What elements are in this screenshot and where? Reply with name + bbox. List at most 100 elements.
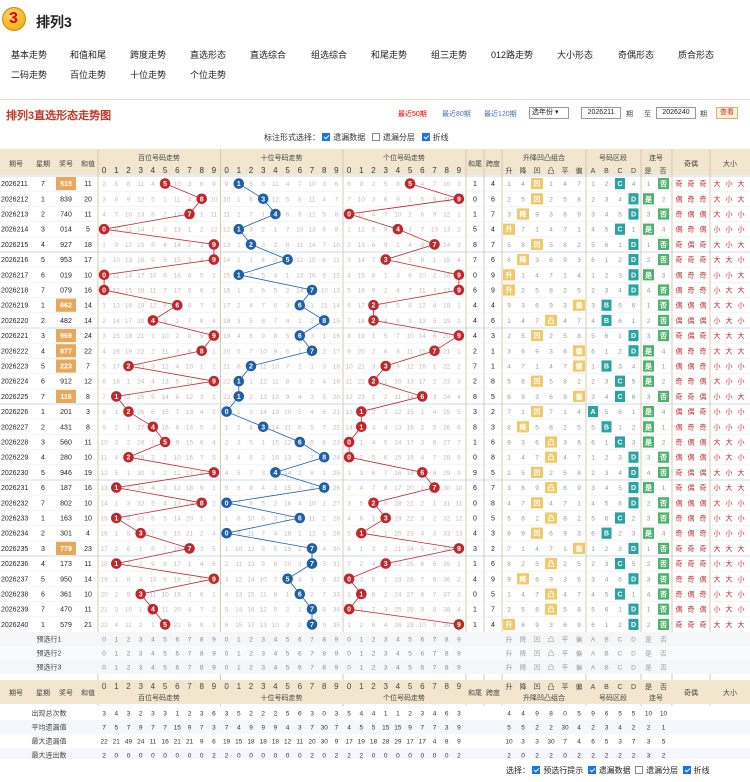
trend-missing: 7 [563,364,567,371]
trend-missing: 7 [535,318,539,325]
sum-tail-cell: 7 [473,257,477,264]
nav-link[interactable]: 二码走势 [11,68,47,81]
year-select[interactable]: 选年份 ▾ [529,107,569,119]
consec-marker-text: 是 [644,225,653,234]
stats-value: 2 [225,753,229,760]
missing-value: 1 [225,424,229,431]
nav-link[interactable]: 基本走势 [11,48,47,61]
nav-link[interactable]: 组选综合 [311,48,347,61]
nav-link[interactable]: 和尾走势 [371,48,407,61]
draw-ball-digit: 9 [457,288,461,295]
missing-value: 17 [174,561,182,568]
opt-missing-layer[interactable]: 遗漏分层 [371,133,415,142]
trend-missing: 6 [549,531,553,538]
opt-missing-data[interactable]: 遗漏数据 [322,133,365,142]
period-80-link[interactable]: 最近80期 [442,109,471,119]
zone-missing: 1 [591,272,595,279]
nav-link[interactable]: 直选综合 [250,48,286,61]
big-small-cell: 大 [738,544,745,553]
forecast-digit: 5 [163,665,167,672]
zone-missing: 3 [591,394,595,401]
missing-value: 19 [223,333,231,340]
missing-value: 10 [174,455,182,462]
trend-missing: 8 [507,424,511,431]
footer-missing-data-checkbox[interactable] [587,766,596,774]
nav-link[interactable]: 质合形态 [678,48,714,61]
stats-value: 28 [382,739,390,746]
missing-value: 16 [113,348,121,355]
stats-header-digit: 5 [408,682,413,691]
nav-link[interactable]: 个位走势 [190,68,226,81]
trend-missing: 4 [507,500,511,507]
draw-ball-digit: 6 [298,516,302,523]
stats-value: 4 [577,739,581,746]
odd-even-cell: 奇 [700,286,707,295]
missing-value: 11 [223,212,230,219]
trend-missing: 1 [563,409,567,416]
missing-value: 2 [286,607,290,614]
missing-value: 7 [420,227,424,234]
nav-link[interactable]: 组三走势 [431,48,467,61]
nav-link[interactable]: 大小形态 [557,48,593,61]
footer-forecast-hint[interactable]: 预选行提示 [532,766,583,775]
period-50-link[interactable]: 最近50期 [398,109,427,119]
zone-missing: 6 [591,348,595,355]
query-button[interactable]: 查看 [716,107,738,119]
draw-ball-digit: 2 [249,242,253,249]
missing-value: 3 [372,364,376,371]
trend-missing: 4 [521,455,525,462]
missing-value: 11 [235,561,242,568]
odd-even-cell: 偶 [676,498,683,507]
span-cell: 1 [491,364,495,371]
period-120-link[interactable]: 最近120期 [484,109,517,119]
opt-missing-layer-checkbox[interactable] [371,133,380,141]
missing-value: 5 [347,531,351,538]
stats-header-trend-col: 偏 [576,682,583,691]
header-zone-col: B [604,168,609,175]
missing-value: 2 [237,303,241,310]
stats-value: 0 [384,753,388,760]
missing-value: 5 [286,196,290,203]
trend-marker-text: 升 [506,286,513,295]
header-digit: 2 [126,166,131,175]
stats-header-digit: 0 [347,682,352,691]
draw-ball-digit: 7 [433,348,437,355]
stats-value: 7 [433,725,437,732]
missing-value: 9 [127,592,131,599]
trend-missing: 4 [507,364,511,371]
nav-link[interactable]: 直选形态 [190,48,226,61]
big-small-cell: 小 [738,498,745,507]
nav-link[interactable]: 012路走势 [491,48,533,61]
footer-missing-layer[interactable]: 遗漏分层 [635,766,678,775]
draw-ball-digit: 3 [384,516,388,523]
footer-forecast-hint-checkbox[interactable] [532,766,541,774]
from-period-input[interactable]: 2026211 [581,107,621,119]
missing-value: 2 [286,288,290,295]
missing-value: 17 [137,272,145,279]
missing-value: 16 [100,531,108,538]
forecast-digit: 4 [274,651,278,658]
span-cell: 9 [491,288,495,295]
footer-missing-layer-checkbox[interactable] [635,766,644,774]
nav-link[interactable]: 百位走势 [70,68,106,81]
nav-link[interactable]: 十位走势 [130,68,166,81]
missing-value: 2 [310,592,314,599]
footer-polyline[interactable]: 折线 [682,766,710,775]
missing-value: 6 [359,516,363,523]
missing-value: 9 [286,394,290,401]
nav-link[interactable]: 和值和尾 [70,48,106,61]
nav-link[interactable]: 跨度走势 [130,48,166,61]
footer-missing-data[interactable]: 遗漏数据 [587,766,631,775]
draw-ball-digit: 9 [212,379,216,386]
zone-missing: 1 [591,181,595,188]
opt-missing-data-checkbox[interactable] [322,133,331,141]
opt-polyline[interactable]: 折线 [421,133,449,142]
footer-polyline-checkbox[interactable] [682,766,691,774]
to-period-input[interactable]: 2026240 [656,107,696,119]
opt-polyline-checkbox[interactable] [421,133,430,141]
stats-value: 49 [125,739,133,746]
nav-link[interactable]: 奇偶形态 [618,48,654,61]
trend-grid-svg: 期号 星期 奖号 和值百位号码走势 十位号码走势 个位号码走势和尾 跨度升降凹凸组合 号码区段… [0,149,750,759]
missing-value: 5 [151,196,155,203]
missing-value: 13 [113,303,121,310]
